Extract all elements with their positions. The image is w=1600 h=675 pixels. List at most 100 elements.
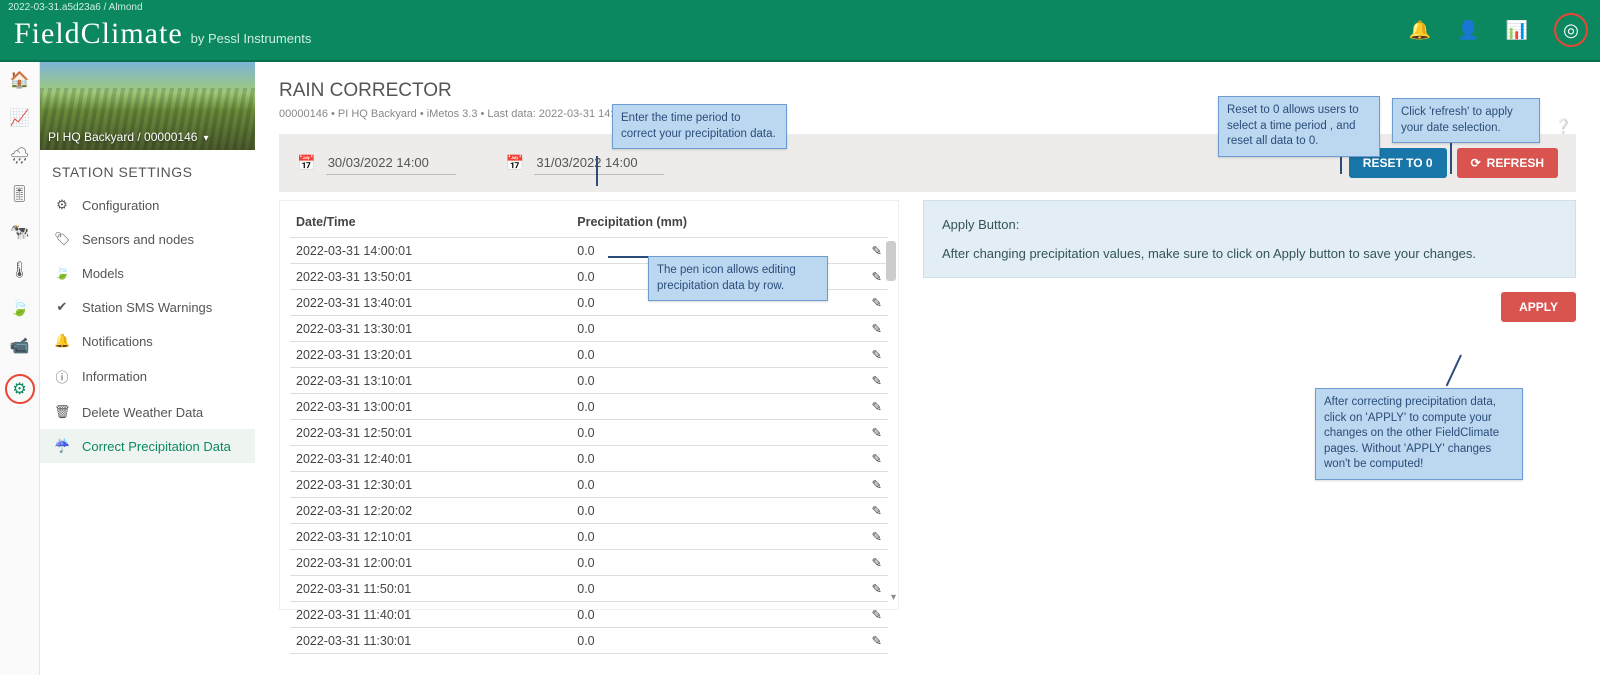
- edit-row-button[interactable]: ✎: [839, 550, 888, 576]
- edit-row-button[interactable]: ✎: [839, 498, 888, 524]
- edit-row-button[interactable]: ✎: [839, 342, 888, 368]
- cell-precip: 0.0: [571, 524, 838, 550]
- sidebar-item-3[interactable]: ✔Station SMS Warnings: [40, 290, 255, 324]
- sidebar-item-icon: 🏷: [54, 231, 70, 247]
- edit-row-button[interactable]: ✎: [839, 602, 888, 628]
- cell-datetime: 2022-03-31 13:30:01: [290, 316, 571, 342]
- cell-datetime: 2022-03-31 12:50:01: [290, 420, 571, 446]
- logo[interactable]: FieldClimate by Pessl Instruments: [14, 17, 311, 51]
- table-row: 2022-03-31 12:10:01 0.0 ✎: [290, 524, 888, 550]
- gear-highlight: ⚙: [5, 374, 35, 404]
- sidebar-item-6[interactable]: 🗑Delete Weather Data: [40, 395, 255, 429]
- sidebar-item-icon: ☔: [54, 438, 70, 454]
- icon-rail: 🏠 📈 🌧 🎚 🐄 🌡 🍃 📹 ⚙: [0, 62, 40, 675]
- edit-row-button[interactable]: ✎: [839, 576, 888, 602]
- table-header: Precipitation (mm): [571, 207, 838, 238]
- sidebar-item-7[interactable]: ☔Correct Precipitation Data: [40, 429, 255, 463]
- cell-datetime: 2022-03-31 13:10:01: [290, 368, 571, 394]
- cell-precip: 0.0: [571, 394, 838, 420]
- cell-datetime: 2022-03-31 12:40:01: [290, 446, 571, 472]
- help-icon[interactable]: ❔: [1555, 118, 1572, 135]
- annotation-dates: Enter the time period to correct your pr…: [612, 104, 787, 149]
- user-icon[interactable]: 👤: [1457, 20, 1479, 41]
- date-toolbar: ❔ 📅 📅 RESET TO 0 ⟳ REFRESH: [279, 134, 1576, 192]
- sidebar-item-1[interactable]: 🏷Sensors and nodes: [40, 222, 255, 256]
- dashboard-icon[interactable]: 📊: [1506, 20, 1528, 41]
- annotation-reset: Reset to 0 allows users to select a time…: [1218, 96, 1380, 157]
- calendar-from-icon[interactable]: 📅: [297, 154, 316, 172]
- annotation-pen: The pen icon allows editing precipitatio…: [648, 256, 828, 301]
- camera-icon[interactable]: 📹: [10, 336, 30, 356]
- edit-row-button[interactable]: ✎: [839, 316, 888, 342]
- edit-row-button[interactable]: ✎: [839, 238, 888, 264]
- cell-precip: 0.0: [571, 342, 838, 368]
- sidebar-item-label: Models: [82, 266, 124, 281]
- edit-row-button[interactable]: ✎: [839, 446, 888, 472]
- edit-row-button[interactable]: ✎: [839, 394, 888, 420]
- sidebar-item-0[interactable]: ⚙Configuration: [40, 188, 255, 222]
- thermo-icon[interactable]: 🌡: [9, 260, 29, 280]
- edit-row-button[interactable]: ✎: [839, 524, 888, 550]
- cell-datetime: 2022-03-31 12:30:01: [290, 472, 571, 498]
- leaf-icon[interactable]: 🍃: [10, 298, 30, 318]
- chevron-down-icon: ▾: [203, 133, 208, 144]
- cell-datetime: 2022-03-31 11:30:01: [290, 628, 571, 654]
- edit-row-button[interactable]: ✎: [839, 290, 888, 316]
- cell-precip: 0.0: [571, 472, 838, 498]
- edit-row-button[interactable]: ✎: [839, 420, 888, 446]
- sidebar-item-icon: ⓘ: [54, 367, 70, 386]
- sidebar-item-icon: 🍃: [54, 265, 70, 281]
- page-title: RAIN CORRECTOR: [279, 80, 1576, 102]
- cell-precip: 0.0: [571, 368, 838, 394]
- home-icon[interactable]: 🏠: [10, 70, 30, 90]
- sliders-icon[interactable]: 🎚: [9, 184, 29, 204]
- sidebar-item-label: Information: [82, 369, 147, 384]
- info-body: After changing precipitation values, mak…: [942, 246, 1557, 261]
- edit-row-button[interactable]: ✎: [839, 628, 888, 654]
- refresh-button[interactable]: ⟳ REFRESH: [1457, 148, 1558, 178]
- cell-datetime: 2022-03-31 14:00:01: [290, 238, 571, 264]
- sidebar-item-2[interactable]: 🍃 Models: [40, 256, 255, 290]
- bell-icon[interactable]: 🔔: [1409, 20, 1431, 41]
- table-row: 2022-03-31 12:50:01 0.0 ✎: [290, 420, 888, 446]
- table-row: 2022-03-31 11:30:01 0.0 ✎: [290, 628, 888, 654]
- cell-precip: 0.0: [571, 420, 838, 446]
- date-to-input[interactable]: [534, 151, 664, 175]
- table-row: 2022-03-31 12:00:01 0.0 ✎: [290, 550, 888, 576]
- station-image[interactable]: PI HQ Backyard / 00000146▾: [40, 62, 255, 150]
- cow-icon[interactable]: 🐄: [10, 222, 30, 242]
- info-title: Apply Button:: [942, 217, 1557, 232]
- calendar-to-icon[interactable]: 📅: [506, 154, 525, 172]
- gear-icon[interactable]: ⚙: [12, 379, 26, 399]
- radar-highlight: ◎: [1554, 13, 1588, 47]
- edit-row-button[interactable]: ✎: [839, 472, 888, 498]
- edit-row-button[interactable]: ✎: [839, 264, 888, 290]
- cell-datetime: 2022-03-31 11:40:01: [290, 602, 571, 628]
- cloud-icon[interactable]: 🌧: [9, 146, 29, 166]
- sidebar-item-label: Notifications: [82, 334, 153, 349]
- radar-icon[interactable]: ◎: [1563, 20, 1579, 41]
- scroll-down-icon[interactable]: ▾: [891, 592, 896, 603]
- apply-button[interactable]: APPLY: [1501, 292, 1576, 322]
- apply-info-panel: Apply Button: After changing precipitati…: [923, 200, 1576, 278]
- brand-name: FieldClimate: [14, 17, 183, 51]
- table-row: 2022-03-31 13:30:01 0.0 ✎: [290, 316, 888, 342]
- main-content: RAIN CORRECTOR 00000146 • PI HQ Backyard…: [255, 62, 1600, 675]
- build-info: 2022-03-31.a5d23a6 / Almond: [8, 2, 143, 13]
- scrollbar[interactable]: [886, 241, 896, 281]
- cell-datetime: 2022-03-31 12:20:02: [290, 498, 571, 524]
- sidebar-item-5[interactable]: ⓘ Information: [40, 358, 255, 395]
- cell-precip: 0.0: [571, 576, 838, 602]
- date-from-input[interactable]: [326, 151, 456, 175]
- station-selector[interactable]: PI HQ Backyard / 00000146▾: [48, 130, 208, 144]
- chart-icon[interactable]: 📈: [10, 108, 30, 128]
- cell-datetime: 2022-03-31 12:10:01: [290, 524, 571, 550]
- sidebar-item-4[interactable]: 🔔Notifications: [40, 324, 255, 358]
- page-subtitle: 00000146 • PI HQ Backyard • iMetos 3.3 •…: [279, 108, 1576, 120]
- annotation-refresh: Click 'refresh' to apply your date selec…: [1392, 98, 1540, 143]
- edit-row-button[interactable]: ✎: [839, 368, 888, 394]
- cell-datetime: 2022-03-31 13:40:01: [290, 290, 571, 316]
- table-header: Date/Time: [290, 207, 571, 238]
- table-row: 2022-03-31 13:10:01 0.0 ✎: [290, 368, 888, 394]
- brand-byline: by Pessl Instruments: [191, 31, 312, 46]
